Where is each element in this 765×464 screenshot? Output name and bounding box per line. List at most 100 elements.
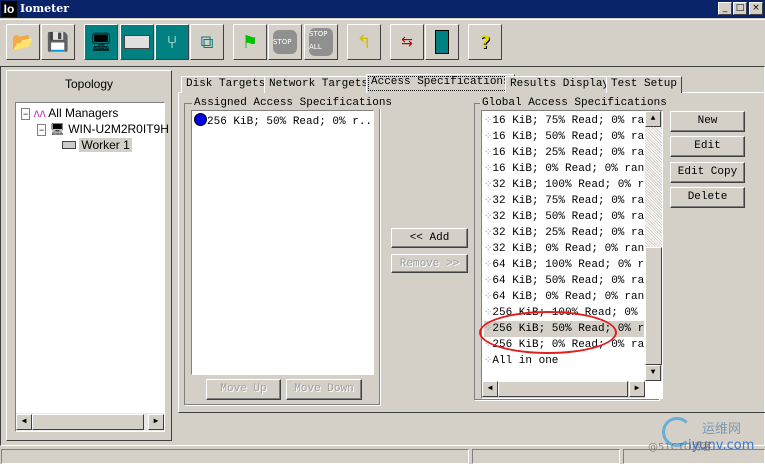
open-button[interactable]: 📂 — [6, 24, 40, 60]
exit-button[interactable] — [425, 24, 459, 60]
global-list-item[interactable]: ⁘16 KiB; 75% Read; 0% ra. — [484, 113, 644, 129]
stop-icon: STOP — [273, 30, 297, 54]
assigned-title: Assigned Access Specifications — [192, 97, 395, 109]
global-list-item[interactable]: ⁘All in one — [484, 353, 644, 369]
global-list-item[interactable]: ⁘32 KiB; 0% Read; 0% rand — [484, 241, 644, 257]
window-title: Iometer — [20, 2, 69, 15]
tab-access-specifications[interactable]: Access Specifications — [366, 74, 515, 93]
reset-arrow-icon: ↰ — [356, 31, 372, 53]
watermark-text: 运维网 — [702, 422, 742, 437]
network-worker-icon: ⑂ — [166, 31, 178, 53]
tab-test-setup[interactable]: Test Setup — [606, 76, 683, 93]
tab-network-targets[interactable]: Network Targets — [264, 76, 374, 93]
tree-label: All Managers — [48, 106, 119, 120]
assigned-list[interactable]: 256 KiB; 50% Read; 0% r... — [191, 110, 374, 375]
edit-button[interactable]: Edit — [670, 136, 745, 157]
app-icon: Io — [1, 1, 17, 17]
status-pane-2 — [472, 449, 620, 464]
delete-button[interactable]: Delete — [670, 187, 745, 208]
maximize-button[interactable]: □ — [733, 2, 747, 15]
global-list[interactable]: ⁘16 KiB; 75% Read; 0% ra. ⁘16 KiB; 50% Re… — [481, 110, 663, 399]
stop-all-icon: STOP ALL — [309, 28, 333, 56]
tab-results-display[interactable]: Results Display — [505, 76, 615, 93]
worker-disk-icon — [62, 141, 76, 149]
global-list-item[interactable]: ⁘16 KiB; 50% Read; 0% ra. — [484, 129, 644, 145]
disconnect-button[interactable]: ⇆ — [390, 24, 424, 60]
item-label: 64 KiB; 0% Read; 0% rand — [492, 291, 644, 303]
scroll-thumb[interactable] — [498, 381, 628, 397]
item-label: 32 KiB; 0% Read; 0% rand — [492, 243, 644, 255]
global-list-item[interactable]: ⁘32 KiB; 75% Read; 0% ra. — [484, 193, 644, 209]
item-label: 32 KiB; 25% Read; 0% ra. — [492, 227, 644, 239]
global-list-item[interactable]: ⁘32 KiB; 50% Read; 0% ra. — [484, 209, 644, 225]
move-up-button[interactable]: Move Up — [206, 379, 281, 400]
item-label: All in one — [492, 355, 559, 367]
global-list-item[interactable]: ⁘16 KiB; 0% Read; 0% rand — [484, 161, 644, 177]
global-list-item[interactable]: ⁘64 KiB; 0% Read; 0% rand — [484, 289, 644, 305]
topology-title: Topology — [64, 77, 114, 91]
open-icon: 📂 — [11, 31, 35, 53]
status-pane-3 — [623, 449, 765, 464]
new-disk-worker-button[interactable] — [120, 24, 154, 60]
scroll-thumb[interactable] — [32, 414, 144, 430]
item-label: 16 KiB; 75% Read; 0% ra. — [492, 115, 644, 127]
scroll-left-button[interactable]: ◀ — [16, 414, 32, 430]
global-list-item[interactable]: ⁘64 KiB; 100% Read; 0% r. — [484, 257, 644, 273]
global-list-item[interactable]: ⁘32 KiB; 100% Read; 0% r. — [484, 177, 644, 193]
stop-all-button[interactable]: STOP ALL — [304, 24, 338, 60]
item-label: 64 KiB; 100% Read; 0% r. — [492, 259, 644, 271]
add-button[interactable]: << Add — [391, 228, 468, 248]
stop-button[interactable]: STOP — [268, 24, 302, 60]
scroll-right-button[interactable]: ▶ — [148, 414, 164, 430]
tree-node-all-managers[interactable]: − ʌʌ All Managers — [21, 106, 118, 120]
scroll-down-button[interactable]: ▼ — [645, 365, 661, 381]
remove-button[interactable]: Remove >> — [391, 254, 468, 273]
help-icon: ? — [479, 31, 491, 53]
scroll-thumb[interactable] — [645, 247, 662, 365]
item-label: 16 KiB; 25% Read; 0% ra. — [492, 147, 644, 159]
new-button[interactable]: New — [670, 111, 745, 132]
duplicate-worker-icon: ⧉ — [200, 31, 214, 53]
tree-label: WIN-U2M2R0IT9H — [68, 122, 169, 136]
duplicate-worker-button[interactable]: ⧉ — [190, 24, 224, 60]
global-list-item[interactable]: ⁘32 KiB; 25% Read; 0% ra. — [484, 225, 644, 241]
save-icon: 💾 — [46, 31, 70, 53]
scroll-left-button[interactable]: ◀ — [482, 381, 498, 397]
edit-copy-button[interactable]: Edit Copy — [670, 162, 745, 183]
global-list-item[interactable]: ⁘64 KiB; 50% Read; 0% ra. — [484, 273, 644, 289]
close-button[interactable]: × — [749, 2, 763, 15]
managers-icon: ʌʌ — [33, 106, 46, 120]
topology-tree[interactable]: − ʌʌ All Managers − 🖥 WIN-U2M2R0IT9H Wor… — [15, 102, 169, 432]
reset-button[interactable]: ↰ — [347, 24, 381, 60]
item-label: 16 KiB; 50% Read; 0% ra. — [492, 131, 644, 143]
global-list-item[interactable]: ⁘16 KiB; 25% Read; 0% ra. — [484, 145, 644, 161]
horizontal-scrollbar[interactable]: ◀ ▶ — [16, 413, 164, 431]
move-down-button[interactable]: Move Down — [286, 379, 362, 400]
status-pane-1 — [1, 449, 469, 464]
horizontal-scrollbar[interactable]: ◀ ▶ — [482, 381, 645, 398]
tab-disk-targets[interactable]: Disk Targets — [181, 76, 271, 93]
minimize-button[interactable]: _ — [718, 2, 732, 15]
display-icon: 🖥 — [89, 31, 113, 53]
assigned-item[interactable]: 256 KiB; 50% Read; 0% r... — [194, 113, 372, 129]
blue-dot-icon — [194, 113, 207, 126]
scroll-up-button[interactable]: ▲ — [645, 111, 661, 127]
new-network-worker-button[interactable]: ⑂ — [155, 24, 189, 60]
item-label: 64 KiB; 50% Read; 0% ra. — [492, 275, 644, 287]
disconnect-icon: ⇆ — [401, 34, 413, 50]
green-flag-icon: ⚑ — [241, 31, 259, 53]
tree-node-manager[interactable]: − 🖥 WIN-U2M2R0IT9H — [37, 122, 169, 136]
global-title: Global Access Specifications — [480, 97, 669, 109]
disk-worker-icon — [124, 35, 150, 49]
display-button[interactable]: 🖥 — [84, 24, 118, 60]
tree-node-worker-1[interactable]: Worker 1 — [62, 138, 132, 152]
start-button[interactable]: ⚑ — [233, 24, 267, 60]
vertical-scrollbar[interactable]: ▲ ▼ — [645, 111, 662, 381]
scroll-right-button[interactable]: ▶ — [629, 381, 645, 397]
exit-door-icon — [435, 30, 449, 54]
help-button[interactable]: ? — [468, 24, 502, 60]
item-label: 32 KiB; 50% Read; 0% ra. — [492, 211, 644, 223]
highlight-ellipse — [479, 311, 617, 354]
save-button[interactable]: 💾 — [41, 24, 75, 60]
item-label: 16 KiB; 0% Read; 0% rand — [492, 163, 644, 175]
